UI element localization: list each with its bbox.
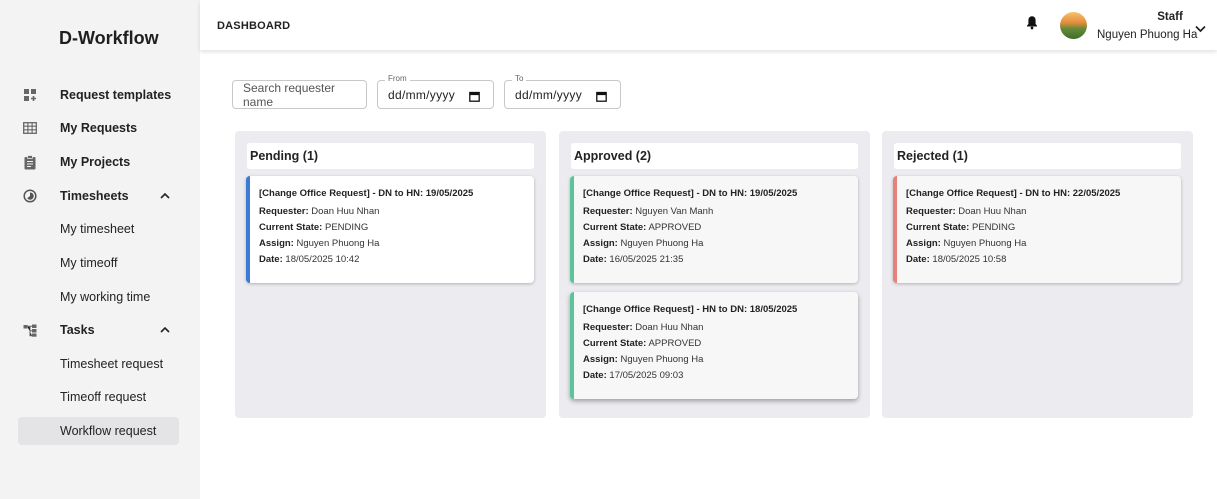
card-requester: Requester: Doan Huu Nhan [906, 206, 1027, 217]
sidebar-item-label: My Projects [60, 155, 131, 169]
approved-column: Approved (2) [Change Office Request] - D… [559, 131, 870, 418]
sidebar-item-timeoff-request[interactable]: Timeoff request [0, 382, 200, 412]
from-date-label: From [385, 74, 410, 83]
sidebar-item-workflow-request[interactable]: Workflow request [18, 417, 179, 445]
card-title: [Change Office Request] - DN to HN: 19/0… [259, 188, 474, 199]
sidebar-item-label: Timesheets [60, 189, 129, 203]
card-date: Date: 18/05/2025 10:58 [906, 254, 1007, 265]
table-icon [22, 120, 38, 136]
sidebar-item-label: My timeoff [60, 256, 118, 270]
sidebar-item-my-timeoff[interactable]: My timeoff [0, 248, 200, 278]
card-requester: Requester: Doan Huu Nhan [583, 322, 704, 333]
avatar[interactable] [1060, 12, 1087, 39]
search-input[interactable]: Search requester name [232, 80, 367, 109]
sidebar-item-label: Workflow request [60, 424, 157, 438]
to-date-value: dd/mm/yyyy [515, 88, 583, 102]
card-assign: Assign: Nguyen Phuong Ha [906, 238, 1027, 249]
sidebar-item-request-templates[interactable]: Request templates [0, 80, 200, 110]
card-state: Current State: PENDING [906, 222, 1016, 233]
card-requester: Requester: Doan Huu Nhan [259, 206, 380, 217]
sidebar-item-my-requests[interactable]: My Requests [0, 113, 200, 143]
sidebar: D-Workflow Request templates My Requests… [0, 0, 200, 499]
user-role: Staff [1157, 11, 1183, 23]
chevron-up-icon[interactable] [160, 190, 170, 202]
bell-icon[interactable] [1026, 15, 1042, 33]
card-title: [Change Office Request] - DN to HN: 19/0… [583, 188, 798, 199]
sidebar-item-timesheets[interactable]: Timesheets [0, 181, 200, 211]
chevron-down-icon[interactable] [1195, 20, 1207, 33]
top-header: DASHBOARD Staff Nguyen Phuong Ha [200, 0, 1217, 50]
request-card[interactable]: [Change Office Request] - DN to HN: 19/0… [246, 176, 534, 283]
rejected-column: Rejected (1) [Change Office Request] - D… [882, 131, 1193, 418]
template-grid-icon [22, 87, 38, 103]
sidebar-item-label: My timesheet [60, 222, 135, 236]
card-date: Date: 16/05/2025 21:35 [583, 254, 684, 265]
card-assign: Assign: Nguyen Phuong Ha [583, 354, 704, 365]
sidebar-item-label: My Requests [60, 121, 138, 135]
card-date: Date: 17/05/2025 09:03 [583, 370, 684, 381]
card-state: Current State: APPROVED [583, 338, 702, 349]
sidebar-item-label: Tasks [60, 323, 95, 337]
card-state: Current State: APPROVED [583, 222, 702, 233]
calendar-icon[interactable] [596, 89, 607, 102]
column-title: Rejected (1) [894, 143, 1181, 169]
sidebar-item-tasks[interactable]: Tasks [0, 315, 200, 345]
sidebar-item-my-timesheet[interactable]: My timesheet [0, 214, 200, 244]
page-title: DASHBOARD [217, 20, 291, 32]
column-title: Approved (2) [571, 143, 858, 169]
clipboard-icon [22, 154, 38, 170]
request-card[interactable]: [Change Office Request] - HN to DN: 18/0… [570, 292, 858, 399]
card-title: [Change Office Request] - HN to DN: 18/0… [583, 304, 798, 315]
card-title: [Change Office Request] - DN to HN: 22/0… [906, 188, 1121, 199]
request-card[interactable]: [Change Office Request] - DN to HN: 19/0… [570, 176, 858, 283]
card-assign: Assign: Nguyen Phuong Ha [583, 238, 704, 249]
card-state: Current State: PENDING [259, 222, 369, 233]
to-date-label: To [512, 74, 527, 83]
app-brand: D-Workflow [59, 28, 159, 48]
from-date-value: dd/mm/yyyy [388, 88, 456, 102]
to-date-field[interactable]: To dd/mm/yyyy [504, 74, 621, 109]
card-requester: Requester: Nguyen Van Manh [583, 206, 714, 217]
sidebar-item-my-working-time[interactable]: My working time [0, 282, 200, 312]
from-date-field[interactable]: From dd/mm/yyyy [377, 74, 494, 109]
sidebar-item-timesheet-request[interactable]: Timesheet request [0, 349, 200, 379]
calendar-icon[interactable] [469, 89, 480, 102]
user-name: Nguyen Phuong Ha [1097, 29, 1198, 41]
card-date: Date: 18/05/2025 10:42 [259, 254, 360, 265]
sidebar-item-label: Timesheet request [60, 357, 164, 371]
sidebar-item-label: Timeoff request [60, 390, 147, 404]
sidebar-item-label: My working time [60, 290, 151, 304]
request-card[interactable]: [Change Office Request] - DN to HN: 22/0… [893, 176, 1181, 283]
tree-icon [22, 322, 38, 338]
sidebar-item-label: Request templates [60, 88, 172, 102]
column-title: Pending (1) [247, 143, 534, 169]
pending-column: Pending (1) [Change Office Request] - DN… [235, 131, 546, 418]
clock-icon [22, 188, 38, 204]
sidebar-item-my-projects[interactable]: My Projects [0, 147, 200, 177]
chevron-up-icon[interactable] [160, 324, 170, 336]
card-assign: Assign: Nguyen Phuong Ha [259, 238, 380, 249]
